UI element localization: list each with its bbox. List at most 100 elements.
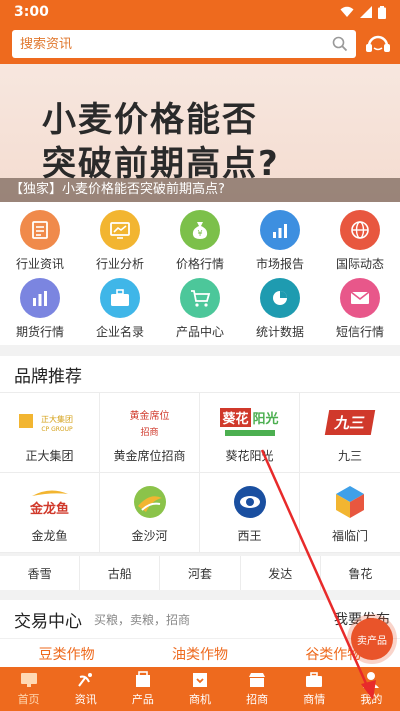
trade-tabs: 豆类作物 油类作物 谷类作物 [0, 638, 400, 668]
trade-center-title: 交易中心 [14, 611, 82, 632]
futures-icon [20, 277, 60, 318]
brand-tag[interactable]: 发达 [241, 556, 321, 590]
brand-name: 九三 [337, 449, 362, 463]
wifi-icon [340, 6, 354, 17]
svg-text:CP GROUP: CP GROUP [41, 426, 73, 433]
trade-center-subtitle: 买粮，卖粮，招商 [94, 612, 191, 627]
brand-item[interactable]: 葵花 阳光 葵花阳光 [200, 393, 300, 473]
brand-name: 葵花阳光 [225, 449, 274, 463]
brand-tag-row: 香雪 古船 河套 发达 鲁花 [0, 556, 400, 590]
brand-tag[interactable]: 河套 [160, 556, 241, 590]
customer-service-icon[interactable] [364, 30, 392, 58]
brand-item[interactable]: 西王 [200, 473, 300, 553]
brand-logo-gold-seat: 黄金席位 招商 [112, 403, 188, 441]
category-label: 国际动态 [335, 257, 384, 271]
category-label: 统计数据 [255, 324, 304, 339]
category-label: 行业分析 [95, 257, 144, 271]
satellite-icon [76, 671, 96, 689]
brand-grid: 正大集团 CP GROUP 正大集团 黄金席位 招商 黄金席位招商 葵花 阳光 葵… [0, 392, 400, 553]
nav-label: 资讯 [74, 693, 97, 706]
category-label: 市场报告 [255, 257, 304, 271]
opportunity-icon [190, 671, 210, 689]
brand-logo-text: 黄金席位 [129, 410, 170, 422]
category-industry-news[interactable]: 行业资讯 [0, 210, 80, 276]
category-market-report[interactable]: 市场报告 [240, 210, 320, 276]
brand-logo-text: 金龙鱼 [29, 501, 69, 517]
brand-name: 黄金席位招商 [113, 449, 186, 463]
svg-text:¥: ¥ [197, 229, 202, 238]
search-box[interactable] [12, 30, 357, 58]
business-icon [304, 671, 324, 689]
category-label: 行业资讯 [15, 257, 64, 271]
news-banner[interactable]: 小麦价格能否 突破前期高点? 【独家】小麦价格能否突破前期高点? [0, 64, 400, 202]
category-price-quotes[interactable]: ¥ 价格行情 [160, 210, 240, 276]
store-icon [247, 671, 267, 689]
tab-oil-crops[interactable]: 油类作物 [133, 639, 266, 668]
category-label: 期货行情 [15, 324, 64, 339]
nav-label: 我的 [360, 693, 383, 706]
category-label: 价格行情 [175, 257, 224, 271]
category-grid: 行业资讯 行业分析 ¥ 价格行情 市场报告 国际动态 期货行情 企业名录 产品中 [0, 202, 400, 345]
nav-mine[interactable]: 我的 [343, 667, 400, 711]
nav-home[interactable]: 首页 [0, 667, 57, 711]
category-statistics[interactable]: 统计数据 [240, 277, 320, 344]
svg-text:正大集团: 正大集团 [41, 414, 73, 424]
brand-logo-kuihua: 葵花 阳光 [212, 403, 288, 441]
brand-logo-subtext: 招商 [140, 427, 159, 438]
brand-logo-text: 九三 [324, 409, 376, 435]
brand-logo-xiwang [212, 483, 288, 521]
nav-news[interactable]: 资讯 [57, 667, 114, 711]
product-icon [133, 671, 153, 689]
trade-center-header: 交易中心 买粮，卖粮，招商 我要发布 [0, 600, 400, 638]
sell-product-button[interactable]: 卖产品 [351, 618, 393, 660]
brand-logo-cp: 正大集团 CP GROUP [12, 403, 88, 441]
brand-logo-jinlongyu: 金龙鱼 [12, 483, 88, 521]
category-company-directory[interactable]: 企业名录 [80, 277, 160, 344]
nav-label: 产品 [131, 693, 154, 706]
brand-logo-subtext: 阳光 [252, 412, 279, 427]
brand-name: 福临门 [331, 529, 368, 543]
category-international[interactable]: 国际动态 [320, 210, 400, 276]
nav-opportunities[interactable]: 商机 [171, 667, 228, 711]
category-product-center[interactable]: 产品中心 [160, 277, 240, 344]
briefcase-icon [100, 277, 140, 318]
report-icon [260, 210, 300, 250]
brand-tag[interactable]: 香雪 [0, 556, 81, 590]
battery-icon [378, 5, 386, 19]
brand-tag[interactable]: 鲁花 [321, 556, 400, 590]
search-icon[interactable] [332, 36, 348, 52]
banner-caption: 【独家】小麦价格能否突破前期高点? [0, 178, 400, 202]
brand-item[interactable]: 九三 九三 [300, 393, 400, 473]
bottom-nav: 首页 资讯 产品 商机 招商 商情 我的 [0, 667, 400, 711]
nav-label: 商情 [303, 693, 326, 706]
nav-label: 商机 [188, 693, 211, 706]
envelope-icon [340, 277, 380, 318]
category-futures[interactable]: 期货行情 [0, 277, 80, 344]
brand-item[interactable]: 黄金席位 招商 黄金席位招商 [100, 393, 200, 473]
banner-headline-line1: 小麦价格能否 [42, 100, 258, 140]
category-industry-analysis[interactable]: 行业分析 [80, 210, 160, 276]
nav-products[interactable]: 产品 [114, 667, 171, 711]
brand-tag[interactable]: 古船 [80, 556, 161, 590]
brand-name: 金龙鱼 [31, 529, 68, 543]
brand-logo-text: 葵花 [220, 408, 251, 427]
nav-label: 招商 [246, 693, 269, 706]
brand-item[interactable]: 正大集团 CP GROUP 正大集团 [0, 393, 100, 473]
brand-item[interactable]: 福临门 [300, 473, 400, 553]
category-label: 产品中心 [175, 324, 224, 339]
category-label: 短信行情 [335, 324, 384, 339]
brand-item[interactable]: 金龙鱼 金龙鱼 [0, 473, 100, 553]
tab-beans[interactable]: 豆类作物 [0, 639, 133, 668]
brand-name: 金沙河 [131, 529, 168, 543]
search-input[interactable] [20, 36, 333, 52]
status-icons [340, 5, 386, 19]
analysis-icon [100, 210, 140, 250]
pie-chart-icon [260, 277, 300, 318]
nav-business[interactable]: 商情 [286, 667, 343, 711]
category-sms-quotes[interactable]: 短信行情 [320, 277, 400, 344]
nav-investment[interactable]: 招商 [229, 667, 286, 711]
app-root: 3:00 小麦价格能否 突破前期高点? 【独家】小麦价格能否突破前期高点? 行业… [0, 0, 400, 711]
brand-logo-jinshahe [112, 483, 188, 521]
brand-item[interactable]: 金沙河 [100, 473, 200, 553]
brand-name: 正大集团 [25, 449, 74, 463]
